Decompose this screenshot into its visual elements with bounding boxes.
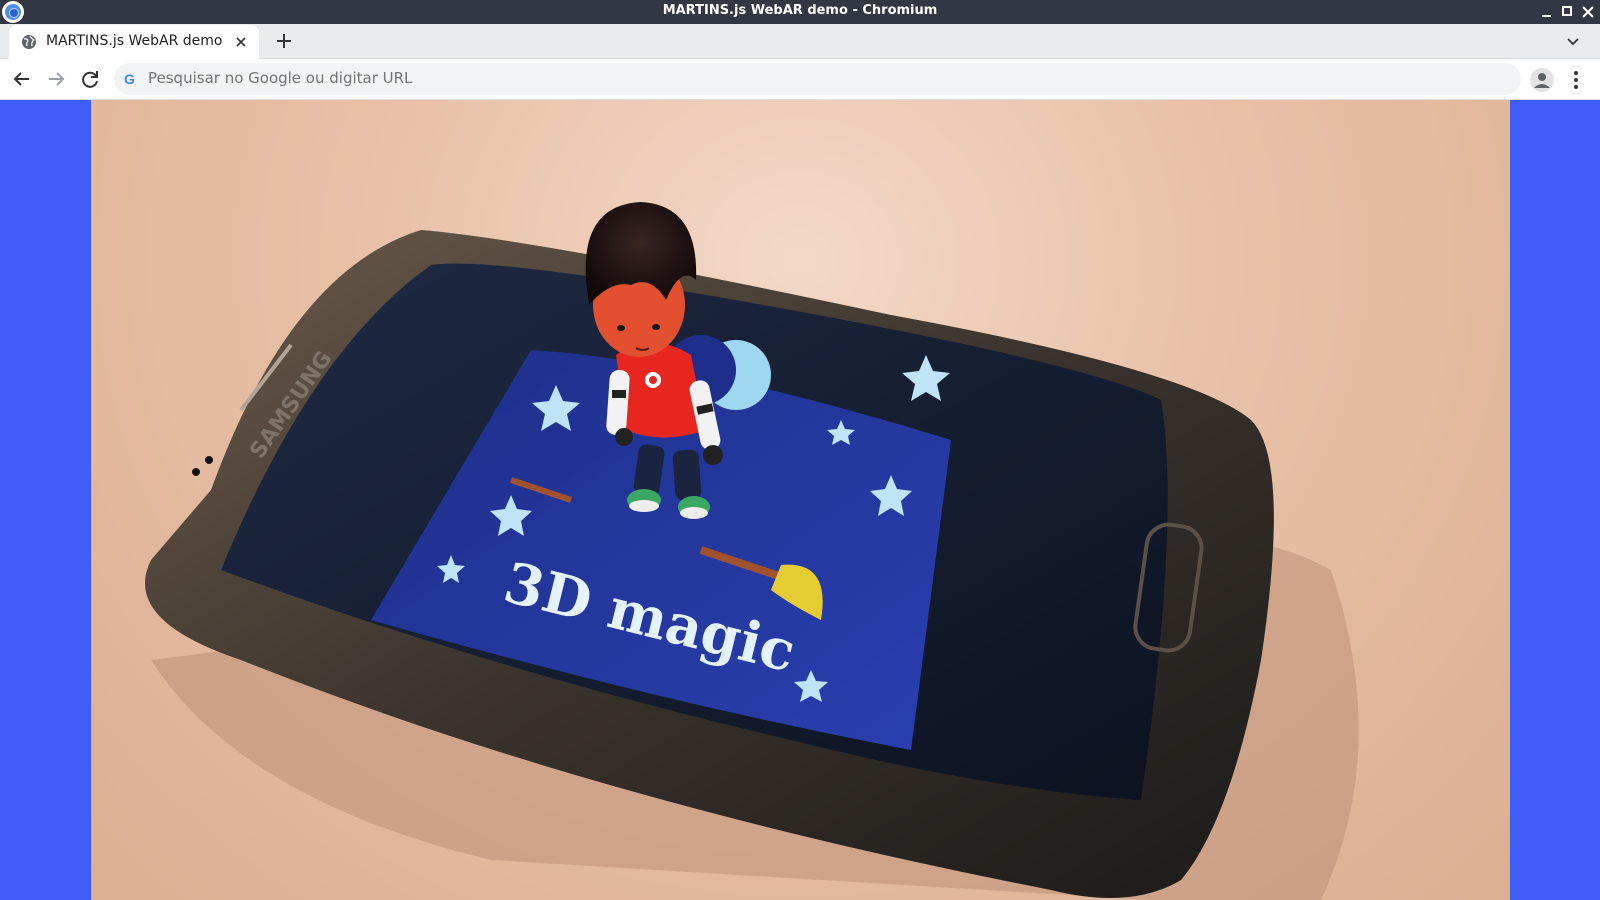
page-content: 3D magic SAMSUNG: [0, 100, 1600, 900]
tab-search-chevron-icon[interactable]: [1562, 29, 1584, 53]
forward-arrow-icon: [49, 72, 65, 86]
globe-icon: [22, 35, 36, 49]
back-button[interactable]: [8, 65, 36, 93]
new-tab-button[interactable]: [270, 27, 298, 55]
window-title: MARTINS.js WebAR demo - Chromium: [662, 3, 938, 18]
tab-close-icon[interactable]: [231, 32, 251, 52]
minimize-icon[interactable]: [1537, 2, 1557, 22]
tab-title: MARTINS.js WebAR demo: [46, 33, 223, 49]
close-icon[interactable]: [1578, 2, 1598, 22]
window-titlebar: MARTINS.js WebAR demo - Chromium: [0, 0, 1600, 24]
omnibox[interactable]: G: [114, 63, 1521, 95]
address-input[interactable]: [148, 69, 1448, 87]
ar-camera-view[interactable]: 3D magic SAMSUNG: [91, 100, 1510, 900]
menu-kebab-icon[interactable]: [1566, 67, 1586, 93]
tab-strip: MARTINS.js WebAR demo: [0, 24, 1600, 59]
profile-avatar-icon[interactable]: [1530, 68, 1554, 92]
tab-martins-webar[interactable]: MARTINS.js WebAR demo: [9, 25, 259, 59]
maximize-icon[interactable]: [1557, 2, 1577, 22]
forward-button[interactable]: [42, 65, 70, 93]
reload-button[interactable]: [76, 65, 104, 93]
ar-scene: 3D magic SAMSUNG: [145, 202, 1359, 900]
back-arrow-icon: [13, 72, 29, 86]
reload-icon: [82, 71, 98, 88]
google-g-icon: G: [124, 71, 135, 87]
browser-toolbar: G: [0, 59, 1600, 100]
